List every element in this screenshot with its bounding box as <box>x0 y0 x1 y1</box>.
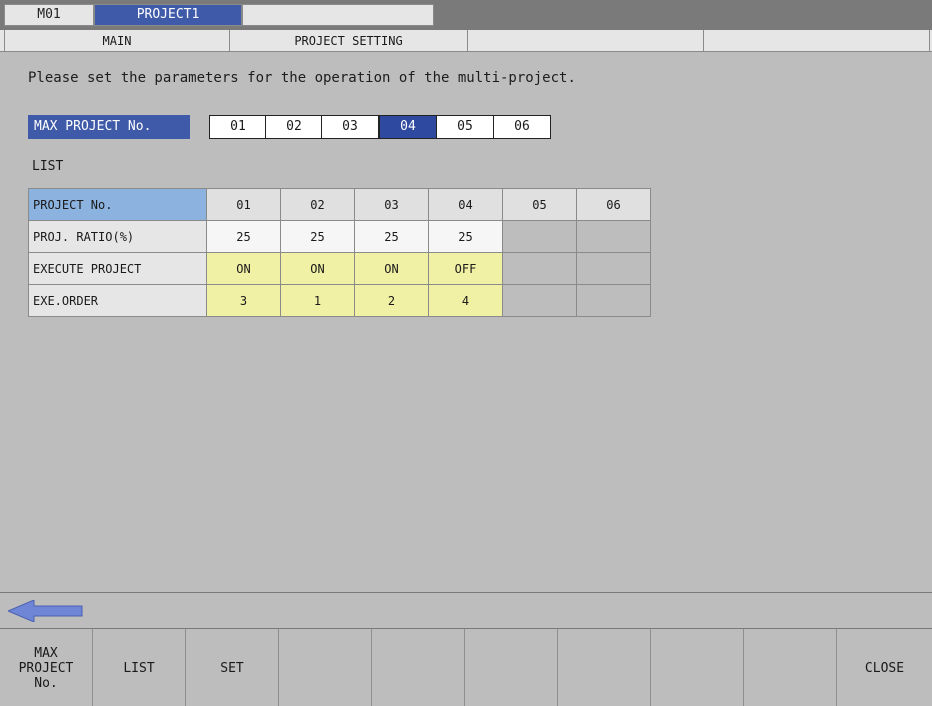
ratio-cell <box>576 220 651 253</box>
execute-cell[interactable]: ON <box>280 252 355 285</box>
execute-cell[interactable]: ON <box>354 252 429 285</box>
column-header: 02 <box>280 188 355 221</box>
row-label-proj-ratio: PROJ. RATIO(%) <box>28 220 207 253</box>
column-header: 05 <box>502 188 577 221</box>
max-project-option-03[interactable]: 03 <box>321 115 379 139</box>
column-header: 03 <box>354 188 429 221</box>
tab-empty-1 <box>468 30 704 52</box>
row-label-project-no: PROJECT No. <box>28 188 207 221</box>
tab-bar: MAIN PROJECT SETTING <box>0 30 932 52</box>
table-row: EXECUTE PROJECT ON ON ON OFF <box>28 252 651 285</box>
row-label-execute-project: EXECUTE PROJECT <box>28 252 207 285</box>
navigation-bar <box>0 592 932 628</box>
execute-cell[interactable]: ON <box>206 252 281 285</box>
execute-cell <box>502 252 577 285</box>
execute-cell <box>576 252 651 285</box>
function-key-5[interactable] <box>372 629 465 706</box>
set-button[interactable]: SET <box>186 629 279 706</box>
empty-header-cell <box>242 4 434 26</box>
order-cell <box>502 284 577 317</box>
function-key-8[interactable] <box>651 629 744 706</box>
function-key-bar: MAX PROJECT No. LIST SET CLOSE <box>0 628 932 706</box>
machine-label: M01 <box>4 4 94 26</box>
ratio-cell[interactable]: 25 <box>428 220 503 253</box>
ratio-cell[interactable]: 25 <box>280 220 355 253</box>
function-key-6[interactable] <box>465 629 558 706</box>
function-key-7[interactable] <box>558 629 651 706</box>
column-header: 06 <box>576 188 651 221</box>
max-project-option-01[interactable]: 01 <box>209 115 267 139</box>
execute-cell[interactable]: OFF <box>428 252 503 285</box>
max-project-option-05[interactable]: 05 <box>436 115 494 139</box>
column-header: 04 <box>428 188 503 221</box>
instruction-text: Please set the parameters for the operat… <box>28 70 576 86</box>
tab-main[interactable]: MAIN <box>4 30 230 52</box>
close-button[interactable]: CLOSE <box>837 629 932 706</box>
list-label: LIST <box>32 159 64 174</box>
table-row: PROJ. RATIO(%) 25 25 25 25 <box>28 220 651 253</box>
ratio-cell <box>502 220 577 253</box>
project-label: PROJECT1 <box>94 4 242 26</box>
function-key-4[interactable] <box>279 629 372 706</box>
order-cell[interactable]: 3 <box>206 284 281 317</box>
project-list-table: PROJECT No. 01 02 03 04 05 06 PROJ. RATI… <box>28 188 651 317</box>
order-cell[interactable]: 1 <box>280 284 355 317</box>
max-project-option-04[interactable]: 04 <box>379 115 437 139</box>
max-project-label: MAX PROJECT No. <box>28 115 190 139</box>
column-header: 01 <box>206 188 281 221</box>
ratio-cell[interactable]: 25 <box>354 220 429 253</box>
function-key-9[interactable] <box>744 629 837 706</box>
table-header-row: PROJECT No. 01 02 03 04 05 06 <box>28 188 651 221</box>
tab-project-setting[interactable]: PROJECT SETTING <box>230 30 468 52</box>
tab-empty-2 <box>704 30 930 52</box>
max-project-option-06[interactable]: 06 <box>493 115 551 139</box>
ratio-cell[interactable]: 25 <box>206 220 281 253</box>
table-row: EXE.ORDER 3 1 2 4 <box>28 284 651 317</box>
row-label-exe-order: EXE.ORDER <box>28 284 207 317</box>
order-cell[interactable]: 4 <box>428 284 503 317</box>
max-project-option-02[interactable]: 02 <box>265 115 323 139</box>
order-cell[interactable]: 2 <box>354 284 429 317</box>
title-bar: M01 PROJECT1 <box>0 0 932 30</box>
order-cell <box>576 284 651 317</box>
list-button[interactable]: LIST <box>93 629 186 706</box>
max-project-no-button[interactable]: MAX PROJECT No. <box>0 629 93 706</box>
left-arrow-icon[interactable] <box>6 599 84 626</box>
